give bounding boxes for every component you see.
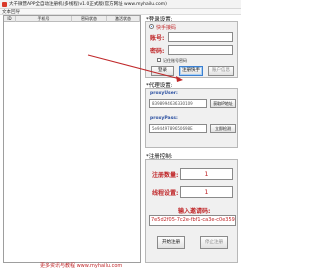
invite-code-input[interactable]: 7e5d2f05-7c2e-fbf1-ca3e-c0e359 <box>149 215 236 226</box>
proxy-user-label: proxyUser: <box>150 91 178 96</box>
stop-register-button[interactable]: 停止注册 <box>200 236 228 249</box>
check-proxy-button[interactable]: 立即检测 <box>210 124 236 133</box>
threads-input[interactable]: 1 <box>180 186 233 198</box>
account-info-button[interactable]: 账户信息 <box>208 66 234 76</box>
remember-checkbox[interactable] <box>157 58 161 62</box>
register-account-button[interactable]: 注册快手 <box>179 66 203 76</box>
account-input[interactable] <box>168 32 233 42</box>
column-id[interactable]: ID <box>4 16 16 22</box>
column-activation-status[interactable]: 激活状态 <box>107 16 140 22</box>
app-icon <box>2 2 7 7</box>
start-register-button[interactable]: 开始注册 <box>157 236 185 249</box>
proxy-panel: proxyUser: 8398994636330109 获取IP地址 proxy… <box>145 88 238 148</box>
title-bar: 大千微营APP全自动注册机(多线程)v1.0正式版(官方网址 www.myhai… <box>0 0 241 9</box>
register-count-input[interactable]: 1 <box>180 168 233 180</box>
results-table[interactable]: ID 手机号 密码状态 激活状态 <box>3 15 141 263</box>
proxy-user-input[interactable]: 8398994636330109 <box>149 99 207 108</box>
column-password-status[interactable]: 密码状态 <box>72 16 107 22</box>
window-title: 大千微营APP全自动注册机(多线程)v1.0正式版(官方网址 www.myhai… <box>9 2 167 7</box>
quick-code-label: 快手接码 <box>156 25 177 31</box>
invite-code-label: 输入邀请码: <box>178 208 211 215</box>
column-phone[interactable]: 手机号 <box>16 16 72 22</box>
threads-label: 线程设置: <box>152 190 179 197</box>
proxy-pass-input[interactable]: 5e9449789650698E <box>149 124 207 133</box>
login-panel: 快手接码 账号: 密码: 记住账号密码 登录 注册快手 账户信息 <box>145 21 238 78</box>
get-ip-button[interactable]: 获取IP地址 <box>210 99 236 108</box>
quick-code-radio[interactable] <box>149 24 154 29</box>
control-panel: *登录设置: 快手接码 账号: 密码: 记住账号密码 登录 注册快手 账户信息 … <box>145 15 238 271</box>
register-panel: 注册数量: 1 线程设置: 1 输入邀请码: 7e5d2f05-7c2e-fbf… <box>145 159 238 263</box>
account-label: 账号: <box>150 35 165 42</box>
password-label: 密码: <box>150 48 165 55</box>
password-input[interactable] <box>168 45 233 55</box>
remember-label: 记住账号密码 <box>163 58 187 63</box>
footer-watermark: 更多资讯与教程 www.myhailu.com <box>40 263 123 269</box>
register-count-label: 注册数量: <box>152 172 179 179</box>
login-button[interactable]: 登录 <box>151 66 174 76</box>
table-header: ID 手机号 密码状态 激活状态 <box>4 16 140 22</box>
proxy-pass-label: proxyPass: <box>150 116 178 121</box>
